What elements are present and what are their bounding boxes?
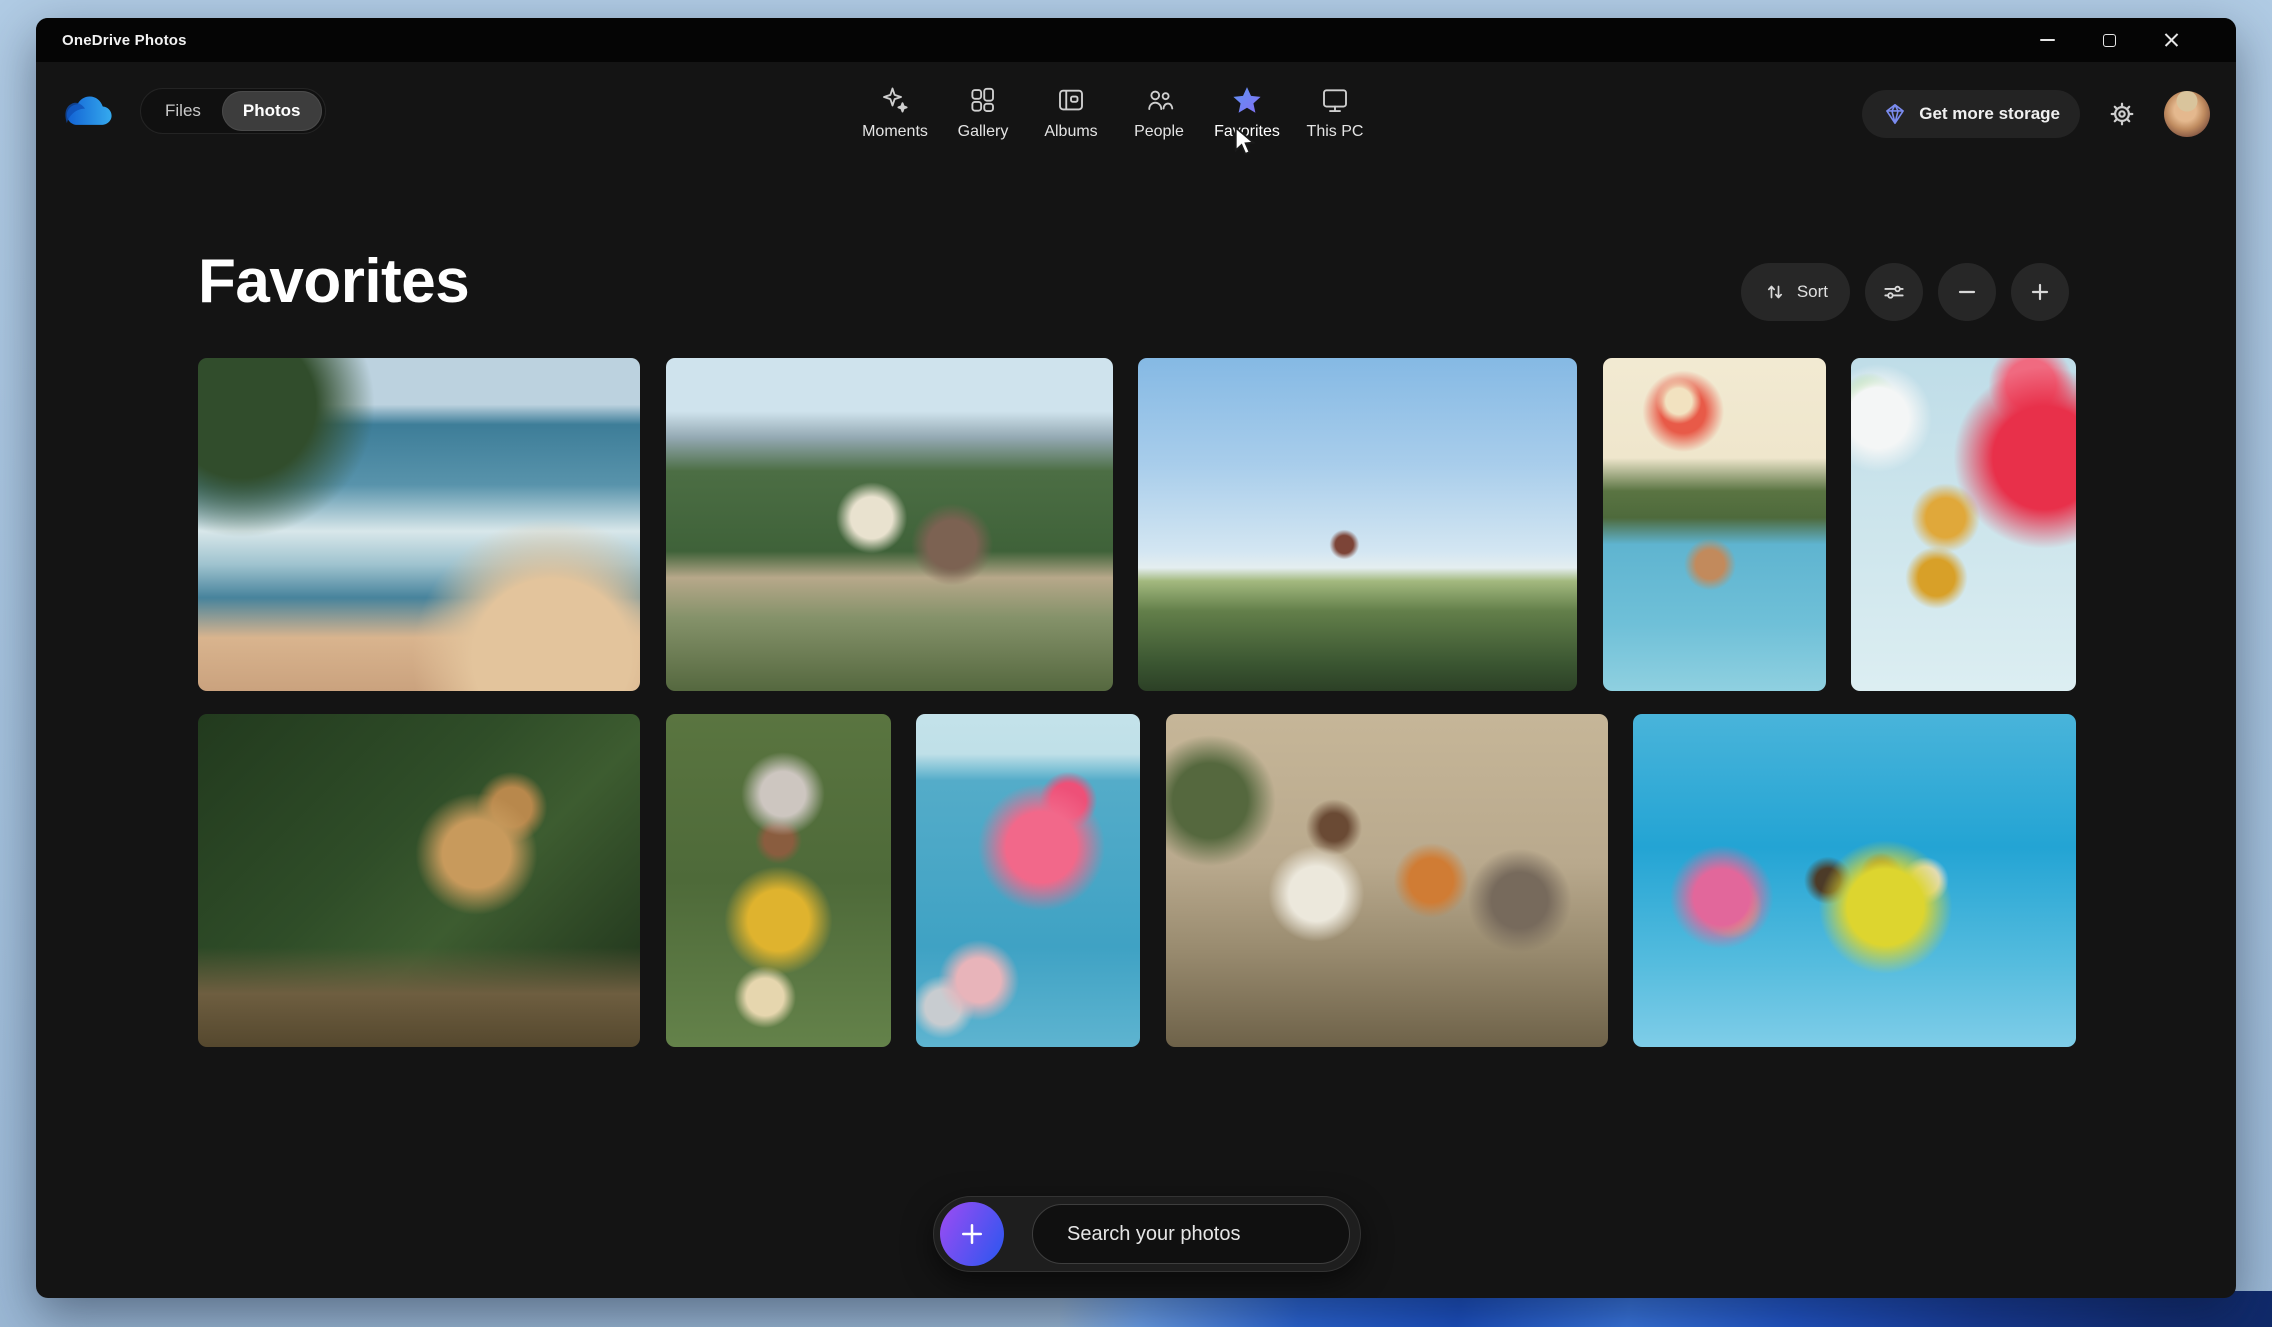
close-button[interactable]	[2140, 18, 2202, 62]
nav-tab-people[interactable]: People	[1115, 84, 1203, 141]
people-icon	[1143, 84, 1175, 116]
onedrive-photos-window: OneDrive Photos	[36, 18, 2236, 1298]
photo-tile[interactable]	[666, 714, 891, 1047]
main-navigation: Moments Gallery	[851, 84, 1379, 141]
photo-row	[198, 714, 2076, 1047]
zoom-in-button[interactable]	[2011, 263, 2069, 321]
favorites-star-icon	[1231, 84, 1263, 116]
close-icon	[2164, 33, 2179, 48]
app-header: Files Photos Moments	[36, 62, 2236, 180]
photo-tile[interactable]	[1603, 358, 1826, 691]
nav-label: People	[1134, 123, 1184, 141]
nav-tab-gallery[interactable]: Gallery	[939, 84, 1027, 141]
album-icon	[1055, 84, 1087, 116]
add-photos-button[interactable]	[940, 1202, 1004, 1266]
sort-button[interactable]: Sort	[1741, 263, 1850, 321]
toggle-option-files[interactable]: Files	[144, 91, 222, 131]
photo-tile[interactable]	[198, 714, 640, 1047]
titlebar[interactable]: OneDrive Photos	[36, 18, 2236, 62]
page-title: Favorites	[198, 246, 469, 317]
photo-tile[interactable]	[1138, 358, 1577, 691]
nav-tab-albums[interactable]: Albums	[1027, 84, 1115, 141]
photo-tile[interactable]	[1633, 714, 2076, 1047]
window-controls	[2016, 18, 2202, 62]
minimize-button[interactable]	[2016, 18, 2078, 62]
settings-button[interactable]	[2106, 98, 2138, 130]
search-input[interactable]	[1067, 1223, 1332, 1246]
arrows-up-down-icon	[1763, 280, 1787, 304]
zoom-out-button[interactable]	[1938, 263, 1996, 321]
nav-label: Albums	[1044, 123, 1097, 141]
nav-tab-this-pc[interactable]: This PC	[1291, 84, 1379, 141]
window-title: OneDrive Photos	[62, 32, 187, 49]
grid-icon	[967, 84, 999, 116]
sparkles-icon	[879, 84, 911, 116]
maximize-button[interactable]	[2078, 18, 2140, 62]
plus-icon	[957, 1219, 987, 1249]
view-toolbar: Sort	[1741, 263, 2069, 321]
storage-button-label: Get more storage	[1919, 104, 2060, 124]
get-more-storage-button[interactable]: Get more storage	[1862, 90, 2080, 138]
nav-tab-favorites[interactable]: Favorites	[1203, 84, 1291, 141]
nav-label: Moments	[862, 123, 928, 141]
this-pc-monitor-icon	[1319, 84, 1351, 116]
plus-icon	[2027, 279, 2053, 305]
minimize-icon	[2040, 39, 2055, 41]
header-right: Get more storage	[1862, 90, 2210, 138]
nav-label: Gallery	[958, 123, 1009, 141]
gear-icon	[2108, 100, 2136, 128]
photo-tile[interactable]	[1166, 714, 1608, 1047]
photo-row	[198, 358, 2076, 691]
photo-grid	[198, 358, 2076, 1047]
header-left: Files Photos	[56, 88, 326, 134]
minus-icon	[1954, 279, 1980, 305]
maximize-icon	[2103, 34, 2116, 47]
filter-button[interactable]	[1865, 263, 1923, 321]
onedrive-logo-icon	[56, 91, 114, 131]
search-field[interactable]	[1032, 1204, 1350, 1264]
premium-diamond-icon	[1882, 101, 1908, 127]
photo-tile[interactable]	[198, 358, 640, 691]
sort-label: Sort	[1797, 282, 1828, 302]
filter-sliders-icon	[1881, 279, 1907, 305]
desktop-wallpaper: OneDrive Photos	[0, 0, 2272, 1327]
photo-tile[interactable]	[666, 358, 1113, 691]
nav-label: Favorites	[1214, 123, 1280, 141]
floating-search-bar	[933, 1196, 1361, 1272]
photo-tile[interactable]	[916, 714, 1140, 1047]
photo-tile[interactable]	[1851, 358, 2076, 691]
nav-tab-moments[interactable]: Moments	[851, 84, 939, 141]
user-avatar[interactable]	[2164, 91, 2210, 137]
toggle-option-photos[interactable]: Photos	[222, 91, 322, 131]
nav-label: This PC	[1307, 123, 1364, 141]
files-photos-toggle: Files Photos	[140, 88, 326, 134]
